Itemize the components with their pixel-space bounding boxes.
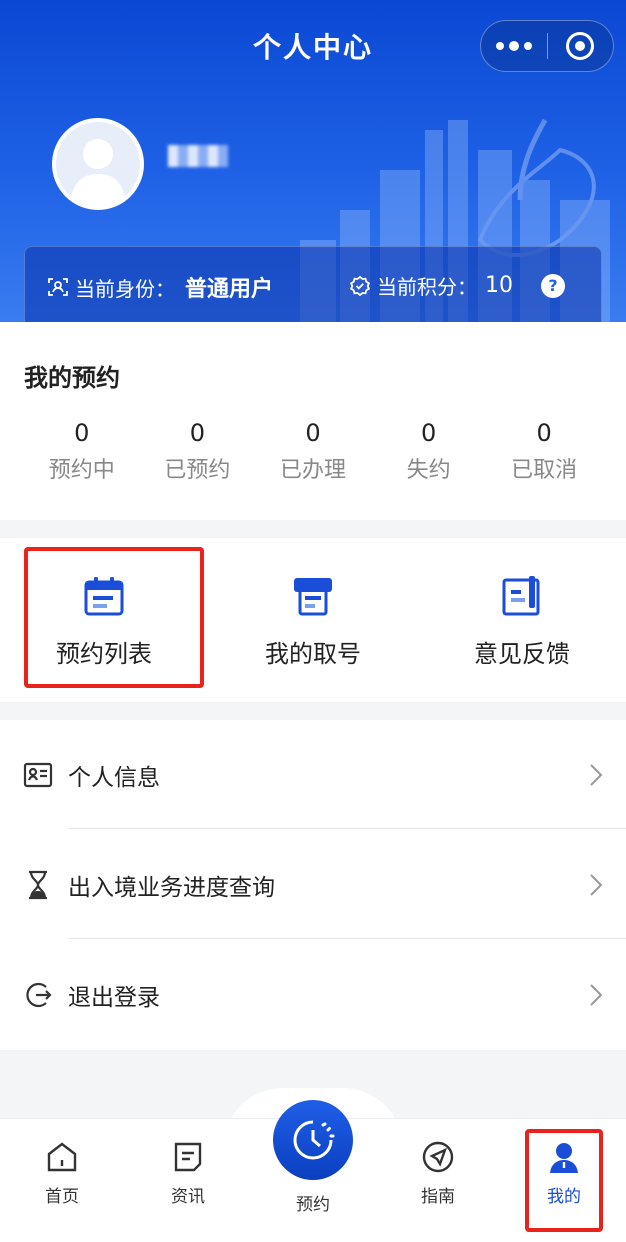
highlight-box-appointment-list xyxy=(24,547,204,688)
stat-count: 0 xyxy=(74,419,90,447)
identity-bar: 当前身份： 普通用户 当前积分： 10 ? xyxy=(24,246,602,324)
stat-label: 失约 xyxy=(406,458,451,483)
avatar[interactable] xyxy=(52,118,144,210)
quick-action-label: 我的取号 xyxy=(265,640,361,668)
menu-divider xyxy=(68,938,626,939)
appointment-stats: 0 预约中 0 已预约 0 已办理 0 失约 0 已取消 xyxy=(24,416,602,484)
chevron-right-icon xyxy=(590,764,603,786)
user-avatar-icon xyxy=(56,122,140,206)
points-value: 10 xyxy=(485,273,513,298)
scan-user-icon xyxy=(48,278,68,296)
hourglass-icon xyxy=(29,870,47,900)
points-info: 当前积分： 10 ? xyxy=(349,271,565,300)
menu-item-label: 退出登录 xyxy=(68,985,160,1011)
ticket-machine-icon xyxy=(294,578,332,616)
stat-count: 0 xyxy=(305,419,321,447)
help-icon[interactable]: ? xyxy=(541,273,565,298)
stat-label: 已取消 xyxy=(511,458,578,483)
username-masked xyxy=(168,144,228,168)
my-queue-number-button[interactable]: 我的取号 xyxy=(209,538,417,702)
clock-appointment-icon xyxy=(293,1120,335,1160)
identity-info: 当前身份： 普通用户 xyxy=(47,271,273,303)
chevron-right-icon xyxy=(590,874,603,896)
feedback-document-icon xyxy=(502,576,540,616)
stat-count: 0 xyxy=(420,419,437,447)
stat-cancelled[interactable]: 0 已取消 xyxy=(486,416,602,484)
menu-item-progress-query[interactable]: 出入境业务进度查询 xyxy=(0,830,626,940)
highlight-box-tab-mine xyxy=(525,1129,603,1232)
tab-label: 指南 xyxy=(421,1187,455,1207)
identity-value: 普通用户 xyxy=(185,277,274,302)
menu-divider xyxy=(68,828,626,829)
more-dots-icon[interactable] xyxy=(481,21,547,71)
chevron-right-icon xyxy=(590,984,603,1006)
home-icon xyxy=(47,1142,77,1172)
menu-item-personal-info[interactable]: 个人信息 xyxy=(0,720,626,830)
tab-news[interactable]: 资讯 xyxy=(148,1140,228,1207)
stat-count: 0 xyxy=(536,419,552,447)
tab-appointment[interactable]: 预约 xyxy=(273,1190,353,1215)
feedback-button[interactable]: 意见反馈 xyxy=(418,538,626,702)
stat-pending[interactable]: 0 预约中 xyxy=(24,416,140,484)
menu-item-label: 出入境业务进度查询 xyxy=(68,875,275,901)
appointments-title: 我的预约 xyxy=(24,364,120,392)
tab-guide[interactable]: 指南 xyxy=(398,1140,478,1207)
identity-label: 当前身份： xyxy=(75,276,175,301)
menu-item-label: 个人信息 xyxy=(68,765,160,791)
menu-item-logout[interactable]: 退出登录 xyxy=(0,940,626,1050)
quick-action-label: 意见反馈 xyxy=(474,640,570,668)
news-icon xyxy=(174,1142,202,1172)
logout-icon xyxy=(26,982,52,1008)
tab-label: 资讯 xyxy=(171,1187,205,1207)
stat-booked[interactable]: 0 已预约 xyxy=(140,416,256,484)
target-close-icon[interactable] xyxy=(548,21,614,71)
tab-label: 预约 xyxy=(296,1195,330,1215)
stat-count: 0 xyxy=(189,419,206,447)
tab-home[interactable]: 首页 xyxy=(22,1140,102,1207)
points-badge-icon xyxy=(349,275,371,296)
appointment-center-button[interactable] xyxy=(273,1100,353,1180)
stat-label: 已预约 xyxy=(164,458,231,483)
stat-handled[interactable]: 0 已办理 xyxy=(255,416,371,484)
tab-label: 首页 xyxy=(45,1187,79,1207)
settings-menu: 个人信息 出入境业务进度查询 退出登录 xyxy=(0,720,626,1050)
stat-missed[interactable]: 0 失约 xyxy=(371,416,487,484)
stat-label: 预约中 xyxy=(48,458,115,483)
id-card-icon xyxy=(23,762,53,788)
navigation-guide-icon xyxy=(422,1141,454,1173)
points-label: 当前积分： xyxy=(377,275,477,299)
stat-label: 已办理 xyxy=(279,458,346,483)
mini-program-capsule xyxy=(480,20,614,72)
